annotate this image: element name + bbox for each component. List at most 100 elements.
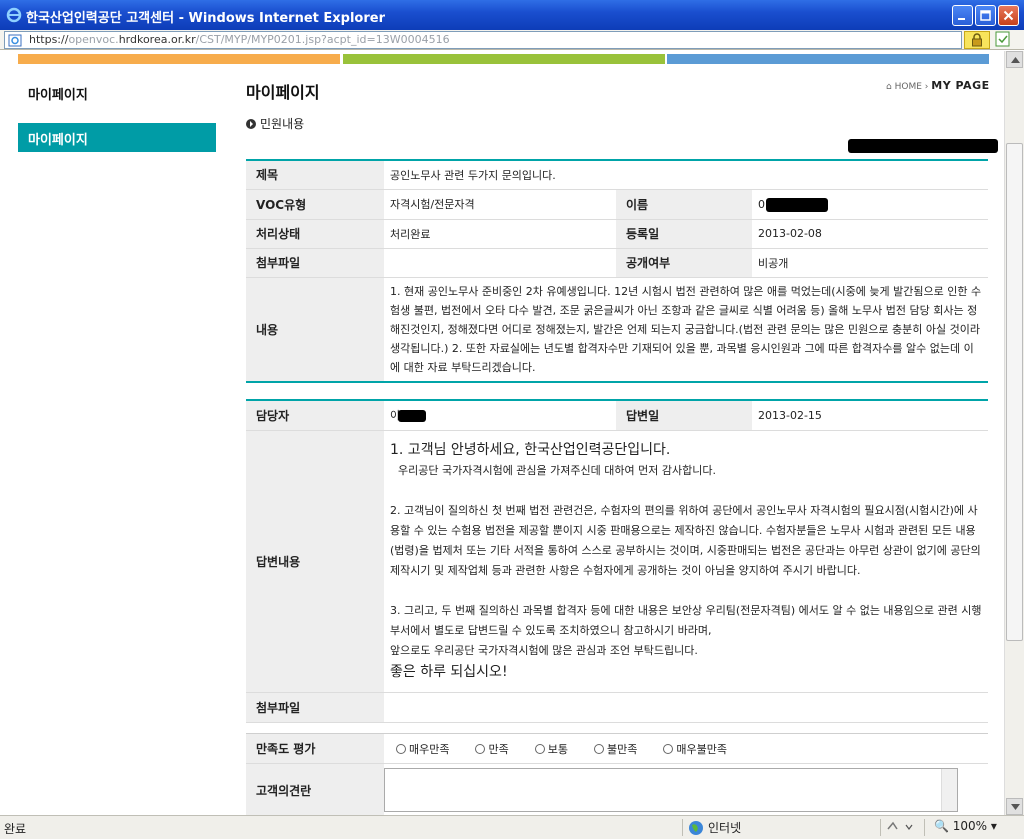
answer-date-value: 2013-02-15 bbox=[752, 400, 988, 431]
table-row: 답변내용 1. 고객님 안녕하세요, 한국산업인력공단입니다. 우리공단 국가자… bbox=[246, 430, 988, 693]
breadcrumb: ⌂ HOME › MY PAGE bbox=[886, 79, 990, 92]
rating-option-very-dissatisfied[interactable]: 매우불만족 bbox=[663, 741, 727, 757]
subject-value: 공인노무사 관련 두가지 문의입니다. bbox=[384, 160, 988, 190]
answer-content-label: 답변내용 bbox=[246, 430, 384, 693]
rating-option-very-satisfied[interactable]: 매우만족 bbox=[396, 741, 449, 757]
chevron-down-icon: ▾ bbox=[990, 819, 997, 833]
breadcrumb-current: MY PAGE bbox=[931, 79, 990, 92]
page-title: 마이페이지 bbox=[246, 83, 320, 102]
redaction-mark bbox=[398, 410, 426, 422]
manager-label: 담당자 bbox=[246, 400, 384, 431]
url-field[interactable]: https://openvoc.hrdkorea.or.kr/CST/MYP/M… bbox=[4, 31, 962, 49]
scroll-thumb[interactable] bbox=[1006, 143, 1023, 641]
table-row: 처리상태 처리완료 등록일 2013-02-08 bbox=[246, 219, 988, 249]
breadcrumb-separator: › bbox=[924, 82, 929, 92]
redaction-mark bbox=[766, 197, 828, 212]
rating-options: 매우만족 만족 보통 불만족 매우불만족 bbox=[384, 733, 988, 764]
name-label: 이름 bbox=[616, 189, 752, 220]
table-row: 만족도 평가 매우만족 만족 보통 불만족 매우불만족 bbox=[246, 733, 988, 764]
radio-icon[interactable] bbox=[593, 743, 604, 754]
table-row: 첨부파일 bbox=[246, 692, 988, 723]
minimize-icon bbox=[958, 18, 965, 20]
public-value: 비공개 bbox=[752, 248, 988, 278]
rating-option-dissatisfied[interactable]: 불만족 bbox=[593, 741, 637, 757]
answer-para-3: 3. 그리고, 두 번째 질의하신 과목별 합격자 등에 대한 내용은 보안상 … bbox=[390, 604, 982, 637]
rating-label: 만족도 평가 bbox=[246, 733, 384, 764]
reg-date-value: 2013-02-08 bbox=[752, 219, 988, 249]
address-bar: https://openvoc.hrdkorea.or.kr/CST/MYP/M… bbox=[0, 30, 1024, 50]
rating-option-neutral[interactable]: 보통 bbox=[534, 741, 568, 757]
opinion-textarea[interactable] bbox=[384, 768, 958, 812]
public-label: 공개여부 bbox=[616, 248, 752, 278]
security-zone[interactable]: 인터넷 bbox=[688, 819, 741, 836]
breadcrumb-home[interactable]: HOME bbox=[895, 82, 922, 92]
close-button[interactable] bbox=[998, 5, 1019, 26]
radio-icon[interactable] bbox=[534, 743, 545, 754]
radio-icon[interactable] bbox=[475, 743, 486, 754]
table-row: 담당자 이 답변일 2013-02-15 bbox=[246, 400, 988, 431]
status-label: 처리상태 bbox=[246, 219, 384, 249]
opinion-cell bbox=[384, 763, 988, 815]
radio-icon[interactable] bbox=[396, 743, 406, 754]
content-value: 1. 현재 공인노무사 준비중인 2차 유예생입니다. 12년 시험시 법전 관… bbox=[384, 277, 988, 382]
lock-icon bbox=[972, 33, 982, 47]
attachment-label: 첨부파일 bbox=[246, 248, 384, 278]
sidebar-item-mypage[interactable]: 마이페이지 bbox=[18, 123, 216, 152]
redaction-mark bbox=[848, 139, 998, 153]
minimize-button[interactable] bbox=[952, 5, 973, 26]
security-lock-button[interactable] bbox=[964, 31, 990, 49]
rating-table: 만족도 평가 매우만족 만족 보통 불만족 매우불만족 고객의견란 bbox=[246, 733, 988, 815]
scroll-down-button[interactable] bbox=[1006, 798, 1023, 815]
table-row: 내용 1. 현재 공인노무사 준비중인 2차 유예생입니다. 12년 시험시 법… bbox=[246, 277, 988, 382]
answer-thanks: 우리공단 국가자격시험에 관심을 가져주신데 대하여 먼저 감사합니다. bbox=[398, 464, 716, 477]
compat-view-icon bbox=[995, 31, 1010, 47]
zoom-control[interactable]: 🔍 100% ▾ bbox=[934, 819, 997, 833]
page-viewport: 마이페이지 마이페이지 마이페이지 ⌂ HOME › MY PAGE 민원내용 … bbox=[0, 51, 1004, 815]
protected-mode-icon[interactable] bbox=[886, 820, 914, 837]
top-stripe-green bbox=[343, 54, 665, 64]
compat-view-button[interactable] bbox=[994, 31, 1016, 49]
statusbar-divider bbox=[880, 819, 881, 836]
manager-value: 이 bbox=[384, 400, 616, 431]
window-titlebar[interactable]: 한국산업인력공단 고객센터 - Windows Internet Explore… bbox=[0, 0, 1024, 30]
maximize-icon bbox=[980, 10, 991, 21]
zoom-icon: 🔍 bbox=[934, 819, 949, 833]
voc-type-label: VOC유형 bbox=[246, 189, 384, 220]
rating-option-satisfied[interactable]: 만족 bbox=[475, 741, 509, 757]
close-icon bbox=[1003, 10, 1014, 21]
answer-para-4: 앞으로도 우리공단 국가자격시험에 많은 관심과 조언 부탁드립니다. bbox=[390, 644, 698, 657]
top-stripe-orange bbox=[18, 54, 340, 64]
radio-icon[interactable] bbox=[663, 743, 674, 754]
status-bar: 완료 인터넷 🔍 100% ▾ bbox=[0, 815, 1024, 839]
scroll-up-arrow-icon bbox=[1011, 57, 1020, 63]
url-text: https://openvoc.hrdkorea.or.kr/CST/MYP/M… bbox=[29, 33, 450, 46]
answer-content-value: 1. 고객님 안녕하세요, 한국산업인력공단입니다. 우리공단 국가자격시험에 … bbox=[384, 430, 988, 693]
complaint-table: 제목 공인노무사 관련 두가지 문의입니다. VOC유형 자격시험/전문자격 이… bbox=[246, 159, 988, 383]
page-scrollbar[interactable] bbox=[1004, 51, 1024, 815]
answer-closing: 좋은 하루 되십시오! bbox=[390, 664, 508, 680]
answer-date-label: 답변일 bbox=[616, 400, 752, 431]
opinion-label: 고객의견란 bbox=[246, 763, 384, 815]
page-icon bbox=[8, 34, 22, 47]
home-icon: ⌂ bbox=[886, 82, 892, 92]
statusbar-divider bbox=[924, 819, 925, 836]
textarea-scrollbar[interactable] bbox=[941, 769, 957, 811]
table-row: VOC유형 자격시험/전문자격 이름 0 bbox=[246, 189, 988, 220]
answer-greeting: 1. 고객님 안녕하세요, 한국산업인력공단입니다. bbox=[390, 442, 671, 458]
globe-icon bbox=[689, 820, 703, 835]
top-stripe-blue bbox=[667, 54, 989, 64]
status-text: 완료 bbox=[4, 822, 27, 836]
answer-para-2: 2. 고객님이 질의하신 첫 번째 법전 관련건은, 수험자의 편의를 위하여 … bbox=[390, 504, 981, 577]
scroll-up-button[interactable] bbox=[1006, 51, 1023, 68]
content-label: 내용 bbox=[246, 277, 384, 382]
table-row: 첨부파일 공개여부 비공개 bbox=[246, 248, 988, 278]
sidebar-title: 마이페이지 bbox=[28, 88, 88, 103]
name-value: 0 bbox=[752, 189, 988, 220]
maximize-button[interactable] bbox=[975, 5, 996, 26]
table-row: 고객의견란 bbox=[246, 763, 988, 815]
answer-table: 담당자 이 답변일 2013-02-15 답변내용 1. 고객님 안녕하세요, … bbox=[246, 399, 988, 723]
attachment-value bbox=[384, 248, 616, 278]
ie-logo-icon bbox=[6, 7, 22, 23]
status-value: 처리완료 bbox=[384, 219, 616, 249]
window-title: 한국산업인력공단 고객센터 - Windows Internet Explore… bbox=[26, 11, 385, 26]
